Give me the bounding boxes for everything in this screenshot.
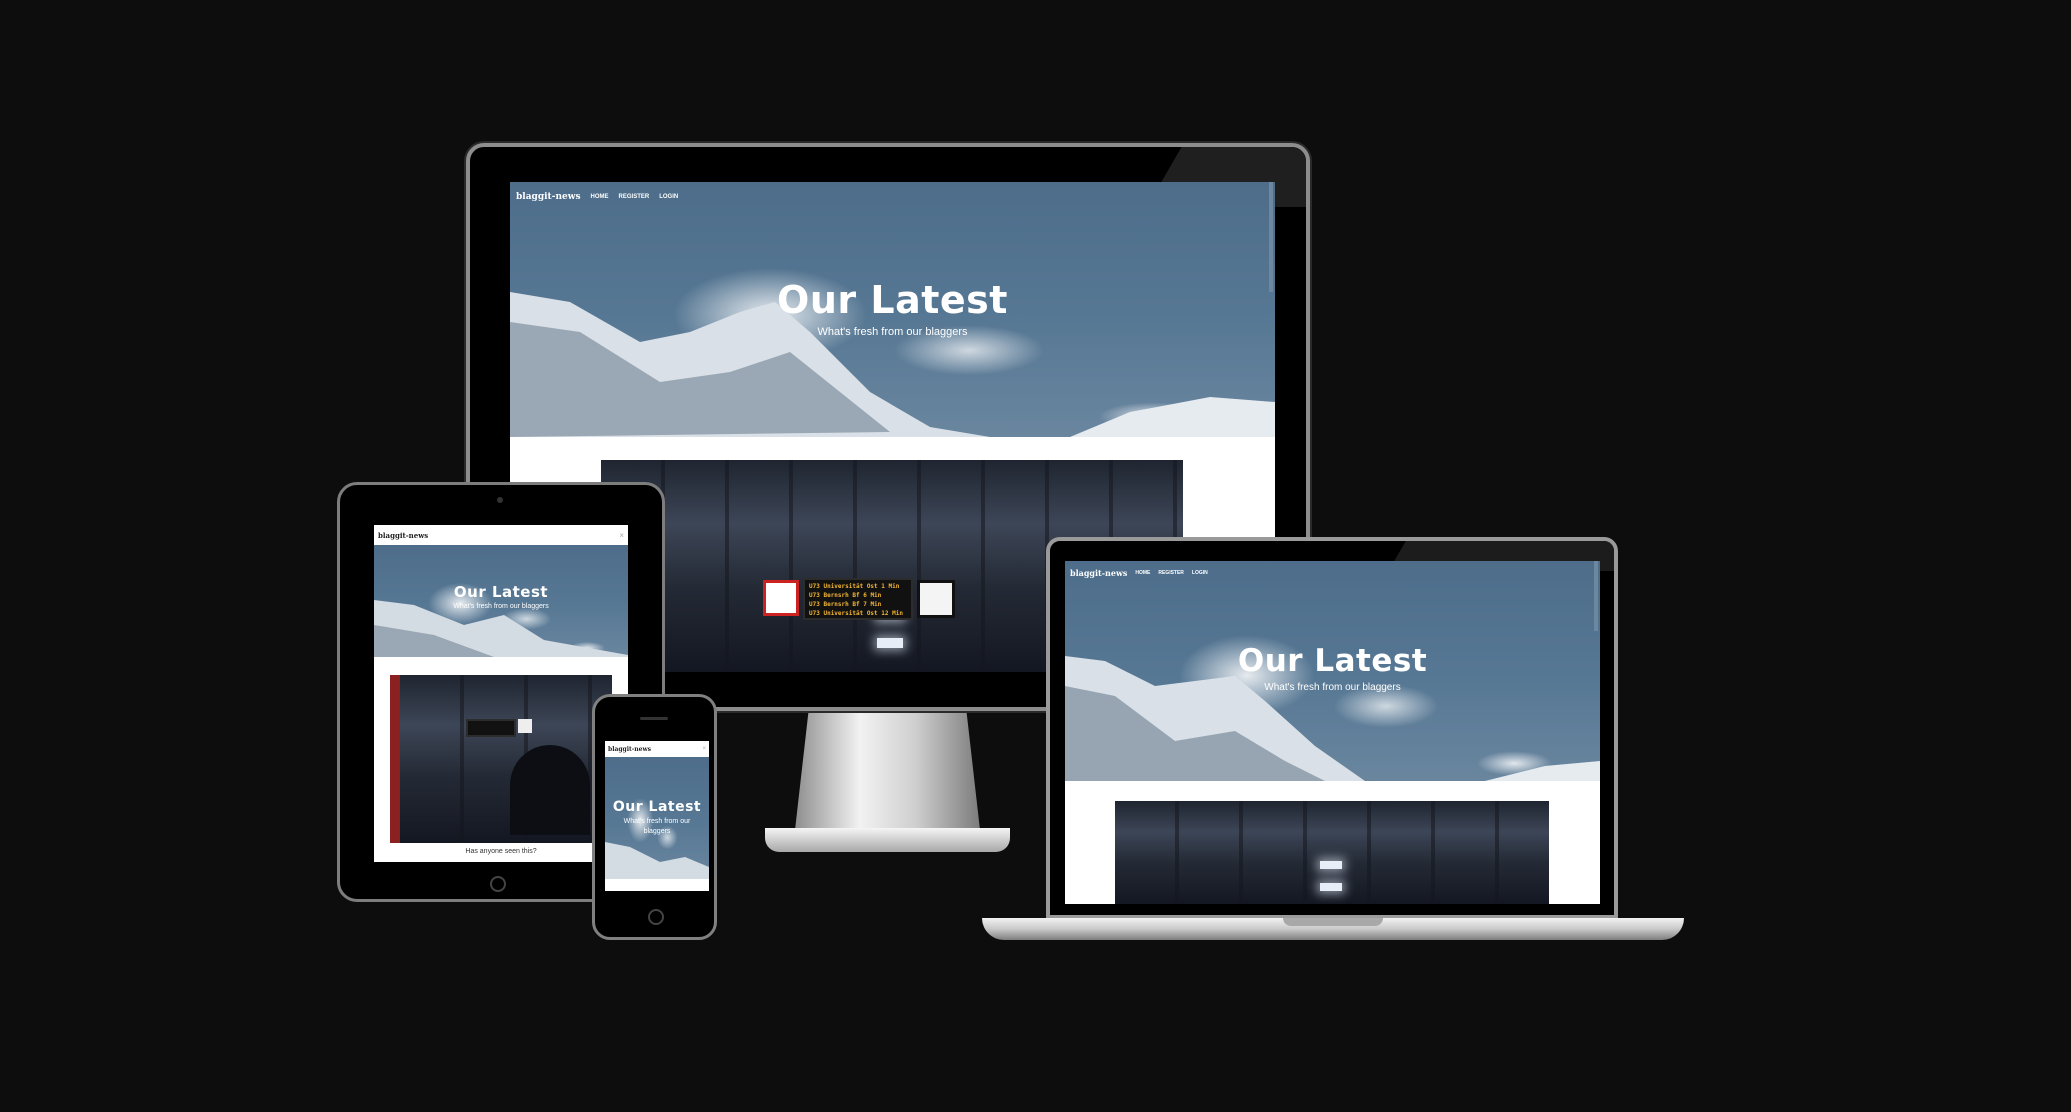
article-image	[390, 675, 612, 843]
hero-title: Our Latest	[453, 583, 549, 601]
tablet-navbar: blaggit-news ×	[374, 525, 628, 545]
home-button-icon[interactable]	[490, 876, 506, 892]
hero-subtitle: What's fresh from our blaggers	[453, 603, 549, 610]
exit-sign	[763, 580, 799, 616]
departure-board: U73 Universität Ost 1 Min U73 Bernsrh Bf…	[803, 578, 913, 620]
brand-logo[interactable]: blaggit-news	[608, 746, 651, 753]
ceiling-light	[877, 638, 903, 648]
ceiling-light	[1320, 883, 1342, 891]
hero-subtitle: What's fresh from our blaggers	[623, 818, 691, 835]
hero-subtitle: What's fresh from our blaggers	[817, 326, 968, 338]
departure-row: U73 Bernsrh Bf 7 Min	[809, 601, 882, 608]
hero-banner: blaggit-news HOME REGISTER LOGIN Our Lat…	[1065, 561, 1600, 781]
phone-screen: blaggit-news × Our Latest What's fresh f…	[605, 741, 709, 891]
navbar: blaggit-news HOME REGISTER LOGIN	[1065, 561, 1600, 585]
brand-logo[interactable]: blaggit-news	[516, 192, 581, 202]
article-caption: Has anyone seen this?	[465, 848, 537, 855]
nav-register[interactable]: REGISTER	[1158, 570, 1184, 576]
nav-login[interactable]: LOGIN	[1192, 570, 1208, 576]
article-image	[1115, 801, 1549, 904]
hero-title: Our Latest	[1237, 643, 1428, 679]
laptop-lid: blaggit-news HOME REGISTER LOGIN Our Lat…	[1046, 537, 1618, 919]
close-icon[interactable]: ×	[619, 531, 624, 540]
phone-navbar: blaggit-news ×	[605, 741, 709, 757]
navbar: blaggit-news HOME REGISTER LOGIN	[510, 182, 1275, 212]
departure-row: U73 Universität Ost 1 Min	[809, 583, 900, 590]
tablet-screen: blaggit-news × Our Latest What's fresh f…	[374, 525, 628, 862]
hero-title: Our Latest	[777, 278, 1008, 322]
speaker	[640, 717, 668, 720]
hero-banner: Our Latest What's fresh from our blagger…	[374, 545, 628, 657]
nav-login[interactable]: LOGIN	[659, 194, 678, 200]
ceiling-light	[1320, 861, 1342, 869]
monitor-stand	[795, 700, 980, 830]
departure-row: U73 Universität Ost 12 Min	[809, 610, 903, 617]
scrollbar[interactable]	[1594, 561, 1598, 631]
hero-title: Our Latest	[612, 799, 702, 815]
monitor-foot	[765, 828, 1010, 852]
trackpad-notch	[1283, 918, 1383, 926]
departure-board	[466, 719, 516, 737]
clock-icon	[518, 719, 532, 733]
nav-register[interactable]: REGISTER	[619, 194, 650, 200]
hero-banner: blaggit-news HOME REGISTER LOGIN Our Lat…	[510, 182, 1275, 437]
brand-logo[interactable]: blaggit-news	[378, 531, 428, 540]
camera-icon	[497, 497, 503, 503]
clock-icon	[917, 580, 955, 618]
nav-home[interactable]: HOME	[1135, 570, 1150, 576]
departure-row: U73 Bernsrh Bf 6 Min	[809, 592, 882, 599]
nav-home[interactable]: HOME	[591, 194, 609, 200]
hero-subtitle: What's fresh from our blaggers	[1264, 682, 1401, 693]
home-button-icon[interactable]	[648, 909, 664, 925]
brand-logo[interactable]: blaggit-news	[1070, 568, 1127, 578]
phone-mockup: blaggit-news × Our Latest What's fresh f…	[592, 694, 717, 940]
scrollbar[interactable]	[1269, 182, 1273, 292]
laptop-screen: blaggit-news HOME REGISTER LOGIN Our Lat…	[1065, 561, 1600, 904]
hero-banner: Our Latest What's fresh from our blagger…	[605, 757, 709, 879]
close-icon[interactable]: ×	[702, 746, 706, 752]
tunnel	[510, 745, 590, 835]
